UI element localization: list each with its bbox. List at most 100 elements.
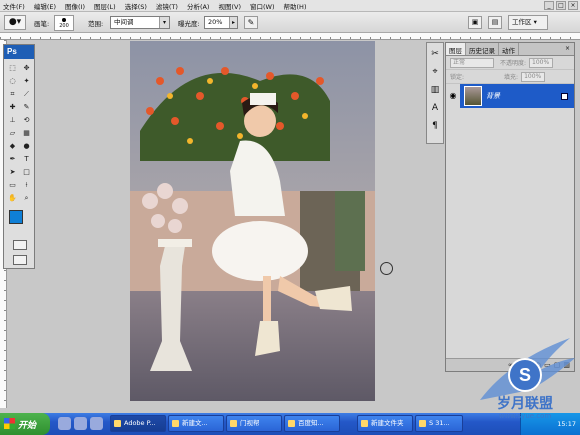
hand-icon[interactable]: ✋: [6, 192, 19, 204]
menu-help[interactable]: 帮助(H): [284, 1, 307, 11]
watermark-text: 岁月联盟: [497, 395, 553, 412]
fx-icon[interactable]: fx: [517, 361, 524, 369]
info-icon[interactable]: ▥: [428, 83, 442, 97]
menu-bar: 文件(F) 编辑(E) 图像(I) 图层(L) 选择(S) 滤镜(T) 分析(A…: [0, 0, 580, 12]
tool-grid: ⬚ ✥ ◌ ✦ ⌗ ⟋ ✚ ✎ ⊥ ⟲ ▱ ▦ ◆ ● ✒ T ➤ □ ▭ ⟊ …: [4, 59, 34, 204]
task-new-text[interactable]: 新建文...: [168, 415, 224, 432]
menu-view[interactable]: 视图(V): [218, 1, 241, 11]
quick-mask-icon[interactable]: [13, 240, 27, 250]
character-icon[interactable]: A: [428, 101, 442, 115]
task-new-folder[interactable]: 新建文件夹: [357, 415, 413, 432]
mask-icon[interactable]: ◘: [526, 361, 532, 369]
minimize-button[interactable]: _: [544, 1, 554, 10]
eraser-icon[interactable]: ▱: [6, 127, 19, 139]
brush-icon[interactable]: ✎: [20, 101, 33, 113]
lasso-icon[interactable]: ◌: [6, 75, 19, 87]
type-icon[interactable]: T: [20, 153, 33, 165]
brush-picker[interactable]: 200: [54, 15, 74, 31]
bridge-icon[interactable]: ▣: [468, 16, 482, 29]
layer-row-background[interactable]: ◉ 背景: [446, 84, 574, 108]
foreground-color-swatch[interactable]: [9, 210, 23, 224]
gradient-icon[interactable]: ▦: [20, 127, 33, 139]
airbrush-icon[interactable]: ✎: [244, 16, 258, 29]
tab-layers[interactable]: 图层: [446, 43, 466, 55]
ie-icon[interactable]: [58, 417, 71, 430]
lock-icon: [561, 92, 568, 100]
folder-icon[interactable]: ▭: [544, 361, 551, 369]
lock-row: 锁定: 填充: 100%: [446, 70, 574, 84]
task-help[interactable]: 门视帮: [226, 415, 282, 432]
dodge-tool-preset-icon[interactable]: ●▾: [4, 15, 26, 30]
close-icon[interactable]: ×: [563, 45, 572, 53]
menu-file[interactable]: 文件(F): [3, 1, 25, 11]
magic-wand-icon[interactable]: ✦: [20, 75, 33, 87]
link-icon[interactable]: ∞: [508, 361, 514, 369]
path-select-icon[interactable]: ➤: [6, 166, 19, 178]
brush-panel-icon[interactable]: ▤: [488, 16, 502, 29]
chevron-down-icon: ▾: [159, 17, 169, 28]
range-select[interactable]: 中间调 ▾: [110, 16, 170, 29]
menu-window[interactable]: 窗口(W): [250, 1, 275, 11]
start-button[interactable]: 开始: [0, 413, 50, 435]
new-layer-icon[interactable]: ▢: [554, 361, 561, 369]
panel-tabs: 图层 历史记录 动作: [446, 43, 574, 56]
layer-name: 背景: [486, 92, 500, 100]
start-label: 开始: [18, 421, 37, 431]
healing-icon[interactable]: ✚: [6, 101, 19, 113]
slice-icon[interactable]: ⟋: [20, 88, 33, 100]
taskbar: 开始 Adobe P... 新建文... 门视帮 百度知... 新建文件夹 S …: [0, 413, 580, 435]
toolbox: Ps ⬚ ✥ ◌ ✦ ⌗ ⟋ ✚ ✎ ⊥ ⟲ ▱ ▦ ◆ ● ✒ T ➤ □ ▭…: [3, 44, 35, 269]
menu-image[interactable]: 图像(I): [65, 1, 85, 11]
blend-mode-select[interactable]: 正常: [450, 57, 494, 68]
notes-icon[interactable]: ▭: [6, 179, 19, 191]
eye-icon[interactable]: ◉: [446, 84, 460, 108]
exposure-label: 曝光度:: [178, 20, 200, 28]
eyedropper-icon[interactable]: ⟊: [20, 179, 33, 191]
menu-filter[interactable]: 滤镜(T): [156, 1, 178, 11]
workspace-dropdown[interactable]: 工作区 ▾: [508, 15, 548, 30]
opacity-input[interactable]: 100%: [529, 57, 554, 68]
dodge-icon[interactable]: ●: [20, 140, 33, 152]
tools-preset-icon[interactable]: ✂: [428, 47, 442, 61]
options-bar: ●▾ 画笔: 200 范围: 中间调 ▾ 曝光度: 20% ▸ ✎ ▣ ▤ 工作区 …: [0, 12, 580, 33]
paragraph-icon[interactable]: ¶: [428, 119, 442, 133]
menu-edit[interactable]: 编辑(E): [34, 1, 56, 11]
screen-mode-icon[interactable]: [13, 255, 27, 265]
exposure-input[interactable]: 20% ▸: [204, 16, 238, 29]
blur-icon[interactable]: ◆: [6, 140, 19, 152]
stamp-icon[interactable]: ⊥: [6, 114, 19, 126]
adjustment-icon[interactable]: ◐: [535, 361, 541, 369]
email-icon[interactable]: [74, 417, 87, 430]
task-baidu[interactable]: 百度知...: [284, 415, 340, 432]
marquee-icon[interactable]: ⬚: [6, 62, 19, 74]
menu-layer[interactable]: 图层(L): [94, 1, 116, 11]
range-label: 范围:: [88, 20, 104, 28]
window-controls: _ □ ×: [544, 1, 578, 10]
media-icon[interactable]: [90, 417, 103, 430]
lock-label: 锁定:: [450, 74, 465, 81]
windows-logo-icon: [4, 418, 15, 429]
fill-input[interactable]: 100%: [521, 71, 546, 82]
task-other[interactable]: S 31...: [415, 415, 463, 432]
close-button[interactable]: ×: [568, 1, 578, 10]
crop-icon[interactable]: ⌗: [6, 88, 19, 100]
navigator-icon[interactable]: ⌖: [428, 65, 442, 79]
tab-history[interactable]: 历史记录: [466, 43, 499, 55]
document-canvas[interactable]: [130, 41, 375, 401]
panel-footer: ∞ fx ◘ ◐ ▭ ▢ ▥: [446, 358, 574, 371]
shape-icon[interactable]: □: [20, 166, 33, 178]
zoom-icon[interactable]: ⌕: [20, 192, 33, 204]
move-icon[interactable]: ✥: [20, 62, 33, 74]
tab-actions[interactable]: 动作: [499, 43, 519, 55]
pen-icon[interactable]: ✒: [6, 153, 19, 165]
menu-analysis[interactable]: 分析(A): [187, 1, 210, 11]
panel-dock: ✂ ⌖ ▥ A ¶: [426, 42, 444, 144]
trash-icon[interactable]: ▥: [563, 361, 570, 369]
menu-select[interactable]: 选择(S): [125, 1, 147, 11]
history-brush-icon[interactable]: ⟲: [20, 114, 33, 126]
brush-dot-icon: [62, 18, 66, 22]
opacity-label: 不透明度:: [500, 60, 527, 67]
system-tray: 15:17: [520, 413, 580, 435]
task-photoshop[interactable]: Adobe P...: [110, 415, 166, 432]
restore-button[interactable]: □: [556, 1, 566, 10]
